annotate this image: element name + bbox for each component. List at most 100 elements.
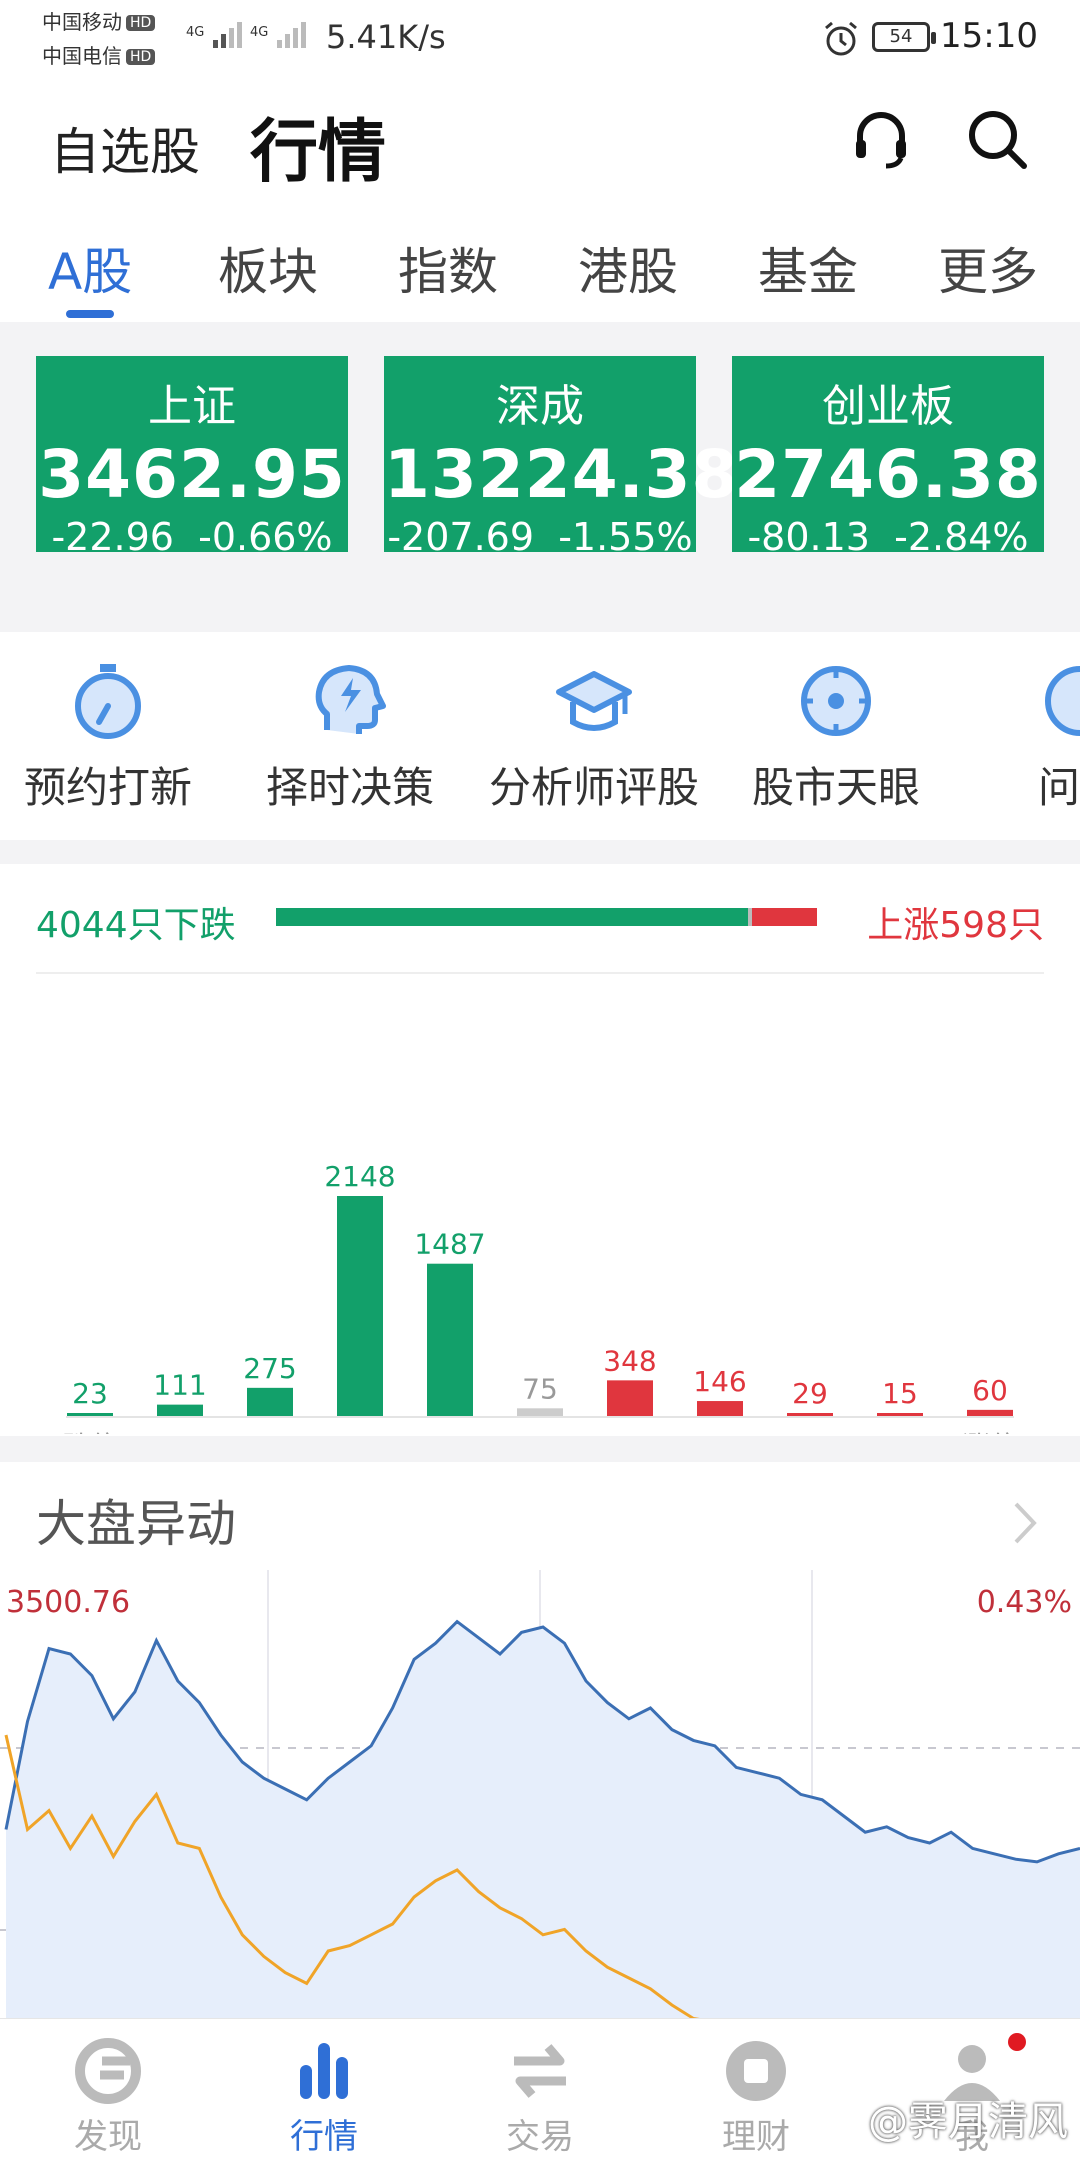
bar-category-label: 2-0	[427, 1430, 473, 1434]
nav-market[interactable]: 行情	[224, 2035, 424, 2158]
tab-sectors[interactable]: 板块	[218, 232, 318, 304]
intraday-line-chart[interactable]: 3500.76 0.43%	[0, 1570, 1080, 2022]
question-bubble-icon	[1045, 666, 1080, 736]
feature-ask-secretary[interactable]: 问董	[960, 660, 1080, 815]
ratio-up-segment	[751, 908, 818, 926]
bar-value-label: 75	[522, 1372, 558, 1405]
index-card-shanghai[interactable]: 上证 3462.95 -22.96 -0.66%	[36, 356, 348, 559]
nav-label: 交易	[506, 2117, 574, 2157]
battery-indicator: 54	[872, 22, 936, 52]
head-lightning-icon	[315, 665, 386, 734]
bar-category-label: 跌停	[62, 1430, 118, 1434]
bar-category-label: 0	[531, 1430, 549, 1434]
bar	[157, 1404, 203, 1416]
bar-value-label: 1487	[414, 1228, 485, 1261]
index-value: 13224.38	[384, 436, 739, 513]
index-card-chinext[interactable]: 创业板 2746.38 -80.13 -2.84%	[732, 356, 1044, 559]
alarm-icon	[825, 21, 857, 56]
index-name: 深成	[496, 381, 584, 432]
feature-timing-decision[interactable]: 择时决策	[230, 660, 470, 815]
index-value: 3462.95	[38, 436, 346, 513]
bar-category-label: 7-5	[247, 1430, 293, 1434]
carrier-2: 中国电信 HD	[42, 40, 156, 69]
feature-analyst-rating[interactable]: 分析师评股	[474, 660, 714, 815]
bottom-navigation: 发现 行情 交易 理财 我 @霁月清风	[0, 2018, 1080, 2160]
bar	[247, 1387, 293, 1416]
bar-value-label: 2148	[324, 1160, 395, 1193]
feature-label: 问董	[1037, 763, 1080, 812]
feature-shortcuts: 预约打新 择时决策 分析师评股 股市天眼 问董	[0, 632, 1080, 840]
headset-icon[interactable]	[848, 106, 914, 172]
index-name: 创业板	[822, 381, 954, 432]
index-change: -22.96 -0.66%	[51, 515, 333, 559]
market-movement-panel: 大盘异动 3500.76 0.43%	[0, 1462, 1080, 2022]
index-name: 上证	[148, 381, 236, 432]
rise-fall-distribution: 4044只下跌 上涨598只 23 跌停 111 >7 275 7-5 2148 5-2 148…	[0, 864, 1080, 1436]
nav-label: 行情	[290, 2117, 358, 2157]
bar	[877, 1413, 923, 1416]
feature-label: 分析师评股	[488, 763, 699, 812]
bar-category-label: 5-7	[787, 1430, 833, 1434]
bar	[67, 1413, 113, 1416]
decliners-count: 4044只下跌	[36, 905, 236, 946]
ratio-down-segment	[276, 908, 748, 926]
bar	[517, 1408, 563, 1416]
signal-icon	[212, 22, 242, 48]
nav-wealth[interactable]: 理财	[656, 2035, 856, 2158]
bar-chart-icon	[300, 2043, 348, 2099]
bar-value-label: 111	[153, 1369, 206, 1402]
bar	[337, 1196, 383, 1416]
nav-discover[interactable]: 发现	[8, 2035, 208, 2158]
section-title: 大盘异动	[36, 1495, 236, 1553]
bar-value-label: 60	[972, 1374, 1008, 1407]
bar-category-label: 5-2	[337, 1430, 383, 1434]
bar-value-label: 23	[72, 1377, 108, 1410]
feature-label: 股市天眼	[751, 763, 920, 812]
search-icon[interactable]	[964, 106, 1030, 172]
bar-category-label: 2-5	[697, 1430, 743, 1434]
feature-label: 预约打新	[23, 763, 192, 812]
bar-value-label: 29	[792, 1377, 828, 1410]
swap-arrows-icon	[514, 2044, 566, 2098]
tab-indicator	[66, 310, 114, 318]
nav-label: 理财	[722, 2117, 790, 2157]
bar-category-label: 7<	[879, 1430, 920, 1434]
nav-label: 发现	[74, 2117, 142, 2157]
tab-hk-stocks[interactable]: 港股	[578, 232, 678, 304]
rise-fall-ratio-bar	[276, 908, 826, 926]
bar	[967, 1409, 1013, 1416]
tab-indices[interactable]: 指数	[398, 232, 498, 304]
bar-value-label: 146	[693, 1365, 746, 1398]
graduation-cap-icon	[556, 671, 632, 731]
bar-value-label: 348	[603, 1344, 656, 1377]
feature-market-eye[interactable]: 股市天眼	[716, 660, 956, 815]
signal-icon	[276, 22, 306, 48]
chart-max-label: 3500.76	[6, 1585, 130, 1620]
nav-trade[interactable]: 交易	[440, 2035, 640, 2158]
discover-logo-icon	[75, 2038, 141, 2104]
tab-more[interactable]: 更多	[938, 232, 1038, 304]
distribution-bar-chart[interactable]: 23 跌停 111 >7 275 7-5 2148 5-2 1487 2-0 75 0 348 0-2 14…	[0, 974, 1080, 1434]
index-value: 2746.38	[734, 436, 1042, 513]
advancers-count: 上涨598只	[867, 905, 1044, 946]
index-change: -207.69 -1.55%	[387, 515, 693, 559]
tab-funds[interactable]: 基金	[758, 232, 858, 304]
bar-value-label: 15	[882, 1377, 918, 1410]
bar	[427, 1263, 473, 1416]
tab-a-shares[interactable]: A股	[48, 232, 132, 304]
watchlist-link[interactable]: 自选股	[50, 112, 200, 184]
feature-ipo-subscribe[interactable]: 预约打新	[0, 660, 228, 815]
bar	[607, 1380, 653, 1416]
signal-2: 4G	[250, 16, 317, 50]
chevron-right-icon[interactable]	[1010, 1498, 1040, 1548]
status-bar: 中国移动 HD 中国电信 HD 4G 4G 5.41K/s 54 15:10	[0, 0, 1080, 76]
eye-target-icon	[801, 666, 871, 736]
chart-pct-label: 0.43%	[977, 1585, 1072, 1620]
index-cards: 上证 3462.95 -22.96 -0.66% 深成 13224.38 -20…	[0, 322, 1080, 628]
app-header: 自选股 行情	[0, 76, 1080, 206]
market-tabs: A股 板块 指数 港股 基金 更多	[0, 206, 1080, 322]
net-speed: 5.41K/s	[326, 18, 446, 56]
index-card-shenzhen[interactable]: 深成 13224.38 -207.69 -1.55%	[384, 356, 739, 559]
carrier-1: 中国移动 HD	[42, 6, 156, 35]
bar	[697, 1401, 743, 1416]
